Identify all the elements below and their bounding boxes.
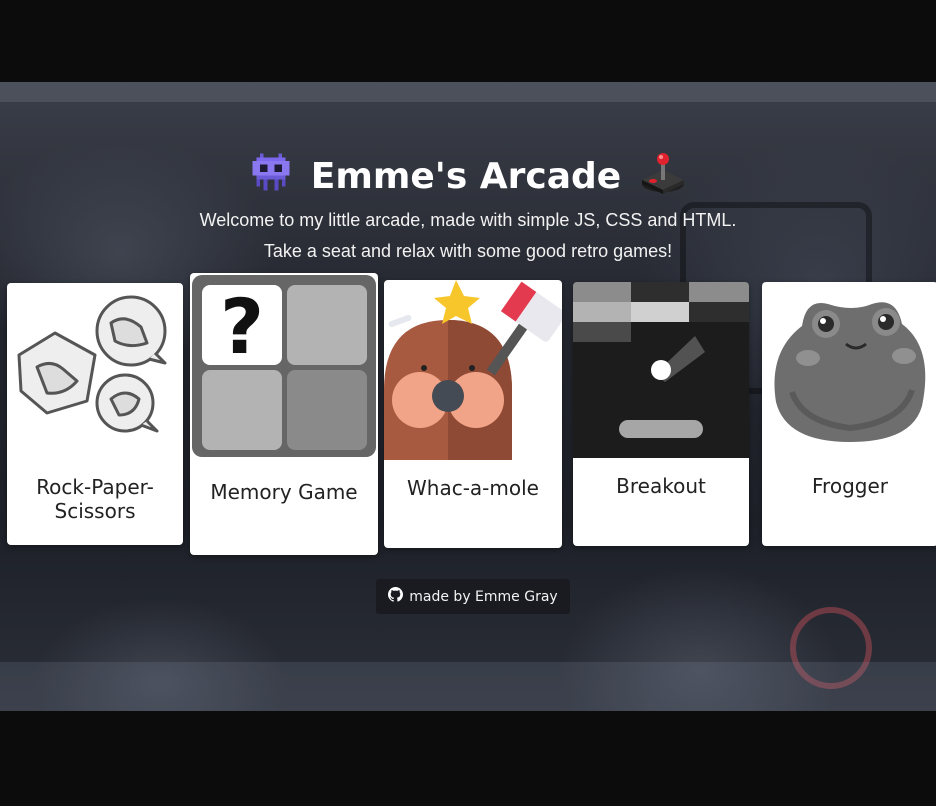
game-title: Breakout bbox=[616, 474, 706, 498]
background-band bbox=[0, 662, 936, 711]
alien-monster-icon bbox=[249, 150, 293, 203]
game-card-whac-a-mole[interactable]: Whac-a-mole bbox=[384, 280, 562, 548]
game-card-breakout[interactable]: Breakout bbox=[573, 282, 749, 546]
background-strip bbox=[0, 82, 936, 102]
memory-cards-icon: ? bbox=[190, 273, 378, 459]
rock-paper-scissors-icon bbox=[7, 283, 183, 443]
game-card-rock-paper-scissors[interactable]: Rock-Paper- Scissors bbox=[7, 283, 183, 545]
footer-text: made by Emme Gray bbox=[409, 588, 558, 605]
subtitle-line-1: Welcome to my little arcade, made with s… bbox=[199, 210, 737, 230]
game-card-frogger[interactable]: Frogger bbox=[762, 282, 936, 546]
game-title: Frogger bbox=[812, 474, 888, 498]
page-title-row: Emme's Arcade bbox=[249, 150, 687, 203]
subtitle-line-2: Take a seat and relax with some good ret… bbox=[263, 241, 673, 261]
page-header: Emme's Arcade bbox=[0, 150, 936, 203]
joystick-icon bbox=[639, 150, 687, 203]
footer-credit-link[interactable]: made by Emme Gray bbox=[376, 579, 570, 614]
game-title: Memory Game bbox=[210, 480, 358, 504]
svg-text:?: ? bbox=[220, 282, 264, 371]
game-title: Whac-a-mole bbox=[407, 476, 539, 500]
game-title: Rock-Paper- Scissors bbox=[36, 475, 154, 523]
mole-icon bbox=[384, 280, 562, 460]
page-title: Emme's Arcade bbox=[310, 156, 622, 197]
github-icon bbox=[388, 587, 404, 606]
game-card-memory-game[interactable]: ? Memory Game bbox=[190, 273, 378, 555]
frog-icon bbox=[762, 282, 936, 452]
breakout-icon bbox=[573, 282, 749, 458]
